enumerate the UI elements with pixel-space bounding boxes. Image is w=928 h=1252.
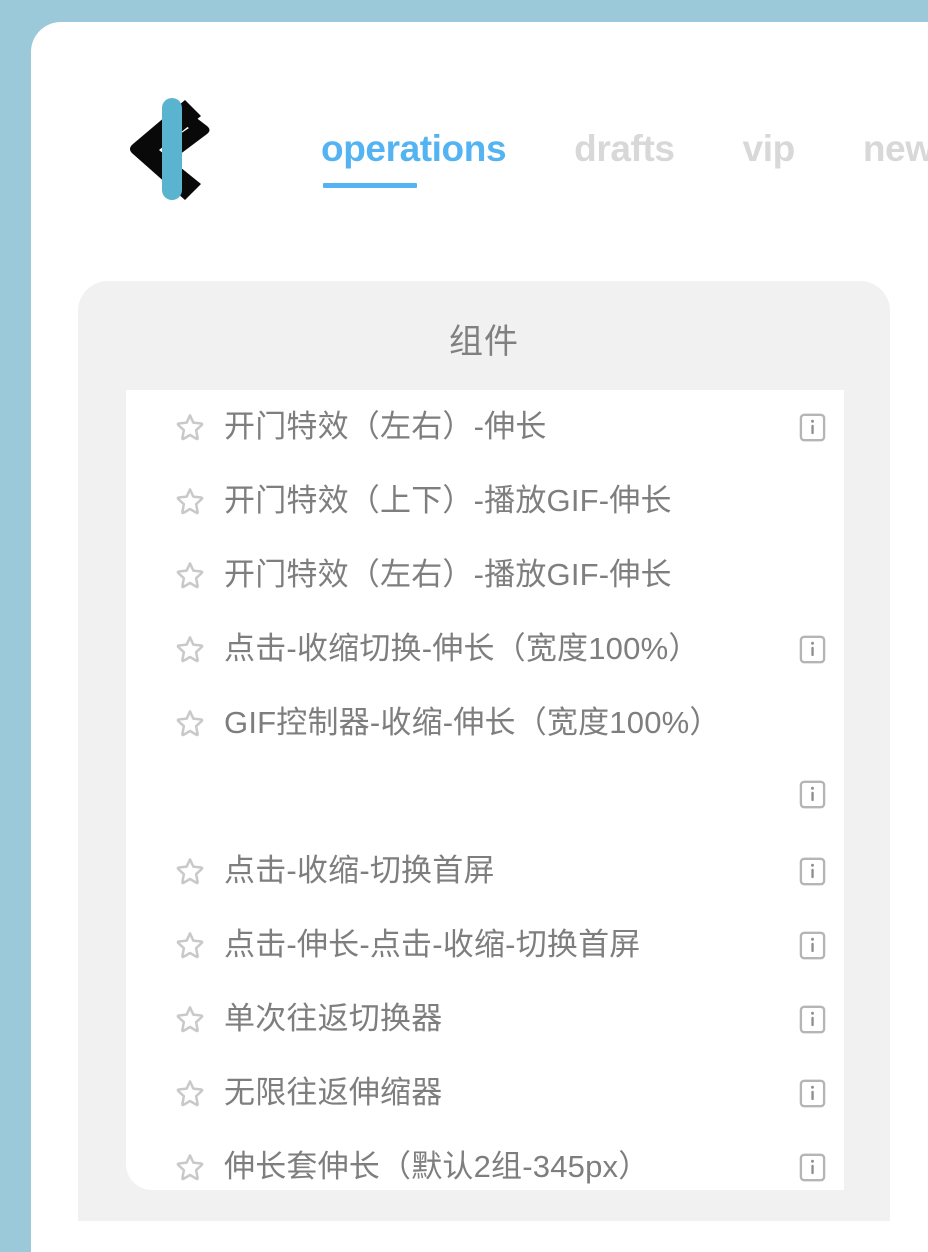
code-bracket-logo <box>129 94 213 204</box>
list-item-label: 单次往返切换器 <box>224 1001 443 1036</box>
list-item-content: 开门特效（上下）-播放GIF-伸长 <box>174 464 799 518</box>
list-item-content: 点击-收缩切换-伸长（宽度100%） <box>174 612 799 666</box>
list-item-label: 开门特效（上下）-播放GIF-伸长 <box>224 483 672 518</box>
list-item[interactable]: 点击-伸长-点击-收缩-切换首屏 <box>126 908 844 982</box>
info-square-icon[interactable] <box>799 1005 826 1034</box>
list-item[interactable]: 开门特效（左右）-伸长 <box>126 390 844 464</box>
panel-title: 组件 <box>449 323 519 361</box>
info-square-icon[interactable] <box>799 1079 826 1108</box>
list-item[interactable]: 开门特效（左右）-播放GIF-伸长 <box>126 538 844 612</box>
list-item[interactable]: 单次往返切换器 <box>126 982 844 1056</box>
info-square-icon[interactable] <box>799 780 826 809</box>
star-outline-icon[interactable] <box>174 929 206 961</box>
list-item-content: GIF控制器-收缩-伸长（宽度100%） <box>174 686 826 740</box>
star-outline-icon[interactable] <box>174 411 206 443</box>
list-item-label: 开门特效（左右）-播放GIF-伸长 <box>224 557 672 592</box>
info-square-icon[interactable] <box>799 1153 826 1182</box>
star-outline-icon[interactable] <box>174 633 206 665</box>
list-item[interactable]: 点击-收缩切换-伸长（宽度100%） <box>126 612 844 686</box>
list-item-label: 点击-收缩切换-伸长（宽度100%） <box>224 631 700 666</box>
app-card: operations drafts vip new 组件 开门特效（左右）-伸长… <box>31 22 928 1252</box>
tab-drafts-label: drafts <box>574 128 675 169</box>
tab-drafts[interactable]: drafts <box>574 122 675 204</box>
info-square-icon[interactable] <box>799 413 826 442</box>
tab-new-label: new <box>862 128 928 169</box>
list-item[interactable]: 无限往返伸缩器 <box>126 1056 844 1130</box>
star-outline-icon[interactable] <box>174 855 206 887</box>
list-item-content: 伸长套伸长（默认2组-345px） <box>174 1130 799 1184</box>
info-square-icon[interactable] <box>799 931 826 960</box>
tab-vip[interactable]: vip <box>742 122 796 204</box>
star-outline-icon[interactable] <box>174 1003 206 1035</box>
list-item[interactable]: 点击-收缩-切换首屏 <box>126 834 844 908</box>
list-item-content: 开门特效（左右）-伸长 <box>174 390 799 444</box>
star-outline-icon[interactable] <box>174 559 206 591</box>
star-outline-icon[interactable] <box>174 1151 206 1183</box>
list-item-label: 点击-伸长-点击-收缩-切换首屏 <box>224 927 641 962</box>
tab-new[interactable]: new <box>863 122 928 204</box>
info-square-icon[interactable] <box>799 635 826 664</box>
star-outline-icon[interactable] <box>174 485 206 517</box>
list-item-content: 点击-伸长-点击-收缩-切换首屏 <box>174 908 799 962</box>
list-item[interactable]: 开门特效（上下）-播放GIF-伸长 <box>126 464 844 538</box>
components-panel: 组件 开门特效（左右）-伸长开门特效（上下）-播放GIF-伸长 开门特效（左右）-… <box>78 281 890 1221</box>
list-item-label: 点击-收缩-切换首屏 <box>224 853 495 888</box>
list-item-content: 无限往返伸缩器 <box>174 1056 799 1110</box>
app-header: operations drafts vip new <box>31 22 928 244</box>
list-item-label: GIF控制器-收缩-伸长（宽度100%） <box>224 705 721 740</box>
star-outline-icon[interactable] <box>174 707 206 739</box>
tab-operations[interactable]: operations <box>321 122 507 204</box>
tab-bar: operations drafts vip new <box>321 122 928 204</box>
list-item-content: 点击-收缩-切换首屏 <box>174 834 799 888</box>
list-item-content: 开门特效（左右）-播放GIF-伸长 <box>174 538 799 592</box>
list-item[interactable]: 伸长套伸长（默认2组-345px） <box>126 1130 844 1190</box>
list-item[interactable]: GIF控制器-收缩-伸长（宽度100%） <box>126 686 844 834</box>
info-square-icon[interactable] <box>799 857 826 886</box>
list-item-label: 无限往返伸缩器 <box>224 1075 443 1110</box>
list-item-label: 开门特效（左右）-伸长 <box>224 409 547 444</box>
list-item-label: 伸长套伸长（默认2组-345px） <box>224 1149 650 1184</box>
list-item-content: 单次往返切换器 <box>174 982 799 1036</box>
tab-operations-label: operations <box>321 128 507 169</box>
tab-vip-label: vip <box>742 128 796 169</box>
components-list: 开门特效（左右）-伸长开门特效（上下）-播放GIF-伸长 开门特效（左右）-播放G… <box>126 390 844 1190</box>
star-outline-icon[interactable] <box>174 1077 206 1109</box>
